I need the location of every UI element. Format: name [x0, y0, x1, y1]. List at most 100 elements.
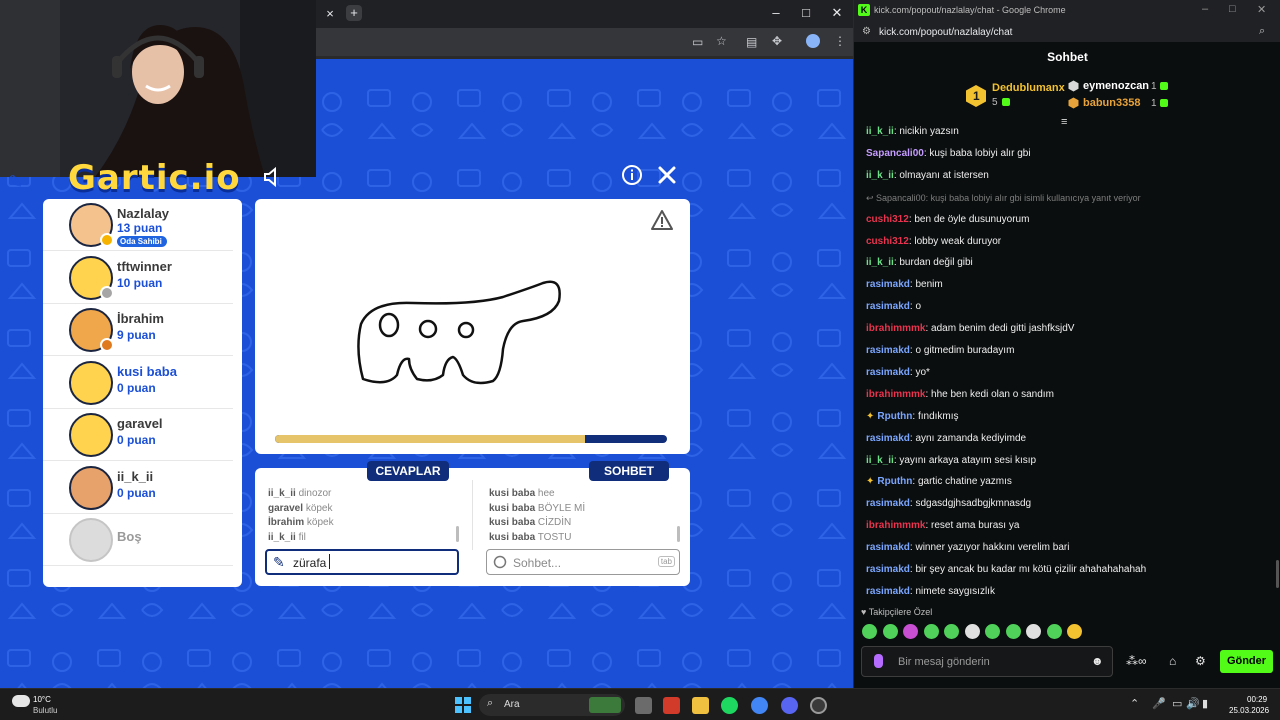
- chat-message-input[interactable]: Bir mesaj gönderin ☻: [861, 646, 1113, 677]
- emoji-icon[interactable]: ☻: [1091, 654, 1104, 668]
- zoom-icon[interactable]: ⌕: [1259, 25, 1265, 38]
- chat-tab[interactable]: SOHBET: [589, 461, 669, 481]
- emote-icon[interactable]: [923, 624, 939, 639]
- player-row[interactable]: garavel 0 puan: [43, 409, 233, 461]
- emote-icon[interactable]: [862, 624, 877, 639]
- third-name[interactable]: babun3358: [1083, 97, 1140, 109]
- chat-username[interactable]: rasimakd: [866, 498, 910, 509]
- chat-username[interactable]: ibrahimmmk: [866, 389, 925, 400]
- pdf-app-icon[interactable]: [663, 697, 680, 714]
- chat-username[interactable]: rasimakd: [866, 279, 910, 290]
- chat-text: aynı zamanda kediyimde: [915, 432, 1027, 444]
- chat-username[interactable]: rasimakd: [866, 542, 910, 553]
- second-name[interactable]: eymenozcan: [1083, 80, 1149, 92]
- chat-username[interactable]: rasimakd: [866, 564, 910, 575]
- chat-message: rasimakd: nimete saygısızlık: [866, 585, 995, 597]
- chat-url-bar[interactable]: ⚙ kick.com/popout/nazlalay/chat ⌕: [854, 22, 1280, 42]
- webcam-overlay: [0, 0, 316, 177]
- leader-name[interactable]: Dedublumanx: [992, 82, 1065, 94]
- player-row[interactable]: Nazlalay 13 puan Oda Sahibi: [43, 199, 233, 251]
- emote-icon[interactable]: [1046, 624, 1062, 639]
- close-icon[interactable]: [656, 164, 678, 186]
- weather-cloud-icon[interactable]: [12, 695, 30, 707]
- emote-icon[interactable]: [944, 624, 959, 639]
- discord-icon[interactable]: [781, 697, 798, 714]
- game-chat-scrollbar[interactable]: [677, 526, 680, 542]
- tray-network-icon[interactable]: ▭: [1172, 697, 1182, 710]
- chat-username[interactable]: ibrahimmmk: [866, 520, 925, 531]
- chat-username[interactable]: ii_k_ii: [866, 257, 894, 268]
- chat-username[interactable]: ii_k_ii: [866, 170, 894, 181]
- emote-icon[interactable]: [985, 624, 1000, 639]
- chat-username[interactable]: rasimakd: [866, 586, 910, 597]
- player-row[interactable]: tftwinner 10 puan: [43, 252, 233, 304]
- chat-username[interactable]: cushi312: [866, 236, 909, 247]
- store-icon[interactable]: ⌂: [1169, 654, 1176, 668]
- emote-options-icon[interactable]: ⁂∞: [1126, 654, 1147, 668]
- chat-username[interactable]: Rputhn: [877, 476, 912, 487]
- answer-input[interactable]: ✎ zürafa: [265, 549, 459, 575]
- player-row[interactable]: Boş: [43, 514, 233, 566]
- emote-icon[interactable]: [1005, 624, 1021, 639]
- player-row[interactable]: İbrahim 9 puan: [43, 304, 233, 356]
- emote-icon[interactable]: [964, 624, 980, 639]
- chat-maximize-button[interactable]: □: [1229, 3, 1236, 15]
- chrome-icon[interactable]: [751, 697, 768, 714]
- player-row[interactable]: ii_k_ii 0 puan: [43, 462, 233, 514]
- chat-username[interactable]: ii_k_ii: [866, 455, 894, 466]
- game-chat-user: kusi baba: [489, 517, 536, 529]
- emote-icon[interactable]: [903, 624, 918, 639]
- spotify-icon[interactable]: [721, 697, 738, 714]
- chat-username[interactable]: rasimakd: [866, 345, 910, 356]
- chat-username[interactable]: Sapancali00: [866, 148, 924, 159]
- clock-date[interactable]: 25.03.2026: [1229, 706, 1269, 715]
- chat-scrollbar[interactable]: [1276, 560, 1279, 588]
- info-icon[interactable]: [621, 164, 643, 186]
- drawing-canvas[interactable]: [255, 199, 690, 454]
- tray-volume-icon[interactable]: 🔊: [1186, 697, 1200, 710]
- tray-chevron-icon[interactable]: ⌃: [1130, 697, 1139, 710]
- extensions-icon[interactable]: ✥: [772, 34, 782, 48]
- taskbar-search[interactable]: ⌕ Ara: [479, 694, 625, 716]
- answers-tab[interactable]: CEVAPLAR: [367, 461, 449, 481]
- profile-avatar[interactable]: [806, 34, 820, 48]
- chat-settings-gear-icon[interactable]: ⚙: [1195, 654, 1206, 668]
- maximize-button[interactable]: □: [798, 5, 814, 21]
- tray-microphone-icon[interactable]: 🎤: [1152, 697, 1166, 710]
- emote-icon[interactable]: [1026, 624, 1041, 639]
- answers-scrollbar[interactable]: [456, 526, 459, 542]
- game-chat-input[interactable]: Sohbet... tab: [486, 549, 680, 575]
- report-warning-icon[interactable]: [651, 209, 673, 231]
- chat-close-button[interactable]: ✕: [1257, 3, 1266, 16]
- chat-username[interactable]: cushi312: [866, 214, 909, 225]
- volume-icon[interactable]: [262, 166, 284, 188]
- emote-icon[interactable]: [1067, 624, 1082, 639]
- chat-username[interactable]: Rputhn: [877, 411, 912, 422]
- obs-icon[interactable]: [810, 697, 827, 714]
- send-button[interactable]: Gönder: [1220, 650, 1273, 673]
- player-row[interactable]: kusi baba 0 puan: [43, 357, 233, 409]
- microphone-icon[interactable]: [874, 654, 883, 668]
- site-settings-icon[interactable]: ⚙: [862, 26, 871, 37]
- chat-username[interactable]: ii_k_ii: [866, 126, 894, 137]
- clock-time[interactable]: 00:29: [1247, 695, 1267, 704]
- chat-username[interactable]: rasimakd: [866, 367, 910, 378]
- close-tab-button[interactable]: ×: [322, 6, 338, 22]
- emote-icon[interactable]: [882, 624, 898, 639]
- minimize-button[interactable]: –: [768, 5, 784, 21]
- file-explorer-icon[interactable]: [692, 697, 709, 714]
- chat-username[interactable]: rasimakd: [866, 301, 910, 312]
- chat-username[interactable]: ibrahimmmk: [866, 323, 925, 334]
- tray-battery-icon[interactable]: ▮: [1202, 697, 1208, 710]
- reader-icon[interactable]: ▤: [746, 35, 757, 49]
- screen-share-icon[interactable]: ▭: [692, 35, 703, 49]
- close-window-button[interactable]: ✕: [829, 5, 845, 21]
- menu-icon[interactable]: ⋮: [834, 34, 846, 48]
- bookmark-star-icon[interactable]: ☆: [716, 34, 727, 48]
- chat-username[interactable]: rasimakd: [866, 433, 910, 444]
- windows-start-icon[interactable]: [455, 697, 471, 713]
- chat-minimize-button[interactable]: –: [1202, 3, 1208, 15]
- collapse-leaderboard-icon[interactable]: ≡: [1061, 116, 1067, 128]
- task-view-icon[interactable]: [635, 697, 652, 714]
- new-tab-button[interactable]: +: [346, 5, 362, 21]
